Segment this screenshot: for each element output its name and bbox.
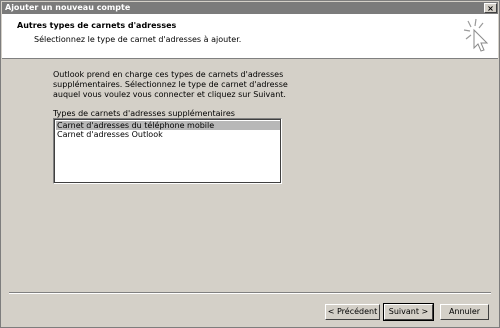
cancel-button[interactable]: Annuler: [440, 304, 489, 320]
title-bar[interactable]: Ajouter un nouveau compte ×: [2, 2, 498, 14]
address-book-type-list[interactable]: Carnet d'adresses du téléphone mobile Ca…: [53, 118, 282, 184]
next-button[interactable]: Suivant >: [383, 303, 434, 321]
back-button[interactable]: < Précédent: [325, 304, 380, 320]
list-label: Types de carnets d'adresses supplémentai…: [53, 109, 235, 118]
header-title: Autres types de carnets d'adresses: [17, 21, 177, 30]
close-button[interactable]: ×: [484, 3, 497, 13]
close-icon: ×: [487, 4, 494, 13]
header-subtitle: Sélectionnez le type de carnet d'adresse…: [34, 35, 242, 44]
description-text: Outlook prend en charge ces types de car…: [53, 70, 288, 99]
sparkle-cursor-icon: [463, 18, 489, 52]
window-title: Ajouter un nouveau compte: [5, 3, 131, 12]
list-item-outlook-address-book[interactable]: Carnet d'adresses Outlook: [56, 130, 163, 139]
divider: [9, 292, 491, 294]
wizard-header: Autres types de carnets d'adresses Sélec…: [2, 14, 498, 59]
list-item-mobile-address-book[interactable]: Carnet d'adresses du téléphone mobile: [56, 121, 280, 130]
add-account-dialog: Ajouter un nouveau compte × Autres types…: [0, 0, 500, 328]
